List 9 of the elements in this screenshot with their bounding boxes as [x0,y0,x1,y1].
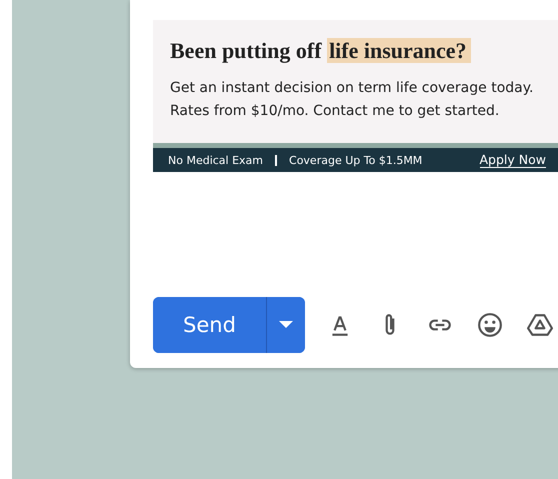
triangle-icon[interactable] [527,312,553,338]
ad-feature: No Medical Exam [168,154,264,166]
ad-feature: Coverage Up To $1.5MM [289,154,422,166]
send-button[interactable]: Send [153,297,267,353]
ad-text: Get an instant decision on term life coverage today. Rates from $10/mo. Contact me to get started. [170,79,534,121]
caret-icon [279,321,293,329]
smiley-icon[interactable] [477,312,503,338]
ad-headline: Been putting off life insurance? [170,38,558,64]
apply-link[interactable]: Apply Now [480,152,546,168]
